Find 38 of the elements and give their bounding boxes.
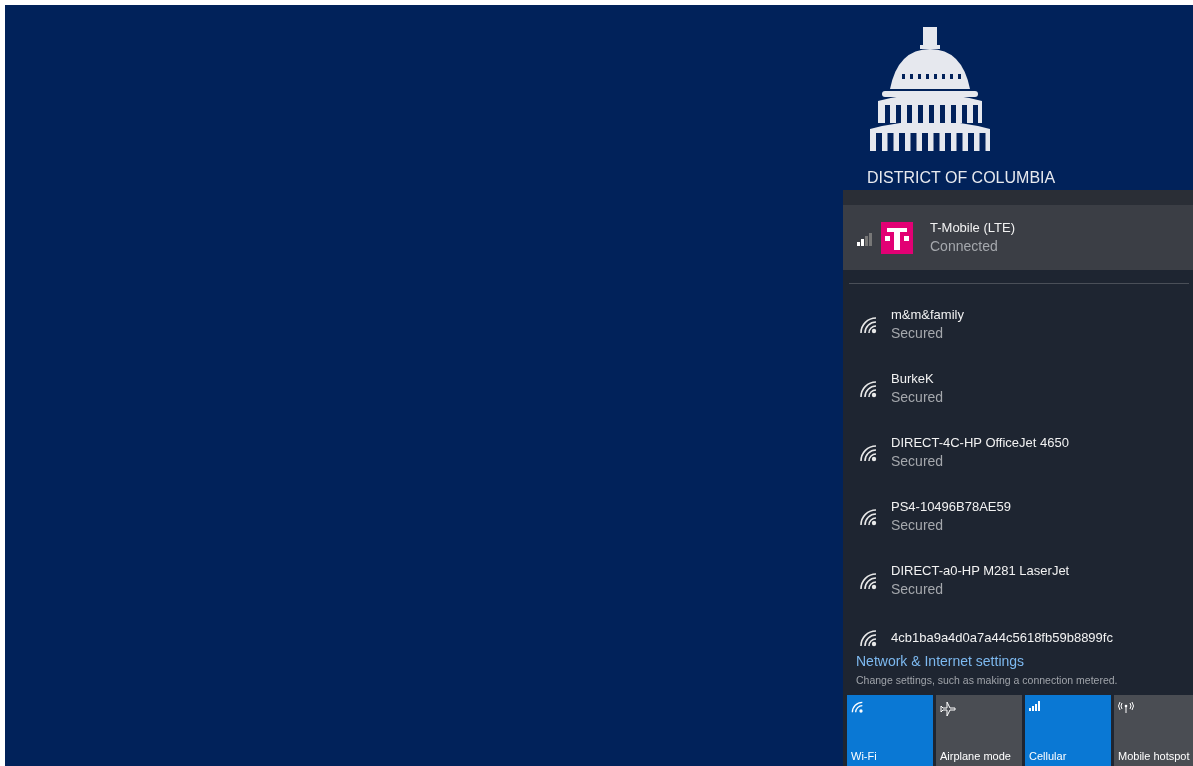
wifi-network-item[interactable]: BurkeK Secured xyxy=(843,370,1193,434)
wifi-icon xyxy=(859,316,877,334)
network-status: Secured xyxy=(891,580,945,599)
carrier-logo-icon xyxy=(881,221,913,254)
quick-action-tile[interactable]: Airplane mode xyxy=(936,695,1022,766)
wifi-network-item[interactable]: m&m&family Secured xyxy=(843,306,1193,370)
quick-action-tile[interactable]: Cellular xyxy=(1025,695,1111,766)
wifi-icon xyxy=(859,572,877,590)
settings-hint: Change settings, such as making a connection metered. xyxy=(856,674,1119,686)
wifi-network-item[interactable]: 4cb1ba9a4d0a7a44c5618fb59b8899fc xyxy=(843,626,1193,650)
wifi-network-item[interactable]: DIRECT-4C-HP OfficeJet 4650 Secured xyxy=(843,434,1193,498)
wifi-icon xyxy=(859,629,877,647)
network-name: T-Mobile (LTE) xyxy=(930,219,1015,237)
quick-action-tile[interactable]: Mobile hotspot xyxy=(1114,695,1193,766)
network-status: Secured xyxy=(891,516,945,535)
wifi-icon xyxy=(859,508,877,526)
signal-bars-icon xyxy=(1029,701,1042,711)
network-name: 4cb1ba9a4d0a7a44c5618fb59b8899fc xyxy=(891,629,1113,647)
wifi-network-item[interactable]: DIRECT-a0-HP M281 LaserJet Secured xyxy=(843,562,1193,626)
network-name: BurkeK xyxy=(891,370,935,388)
network-status: Connected xyxy=(930,237,999,256)
hotspot-icon xyxy=(1118,701,1134,713)
wifi-icon xyxy=(851,701,863,713)
network-status: Secured xyxy=(891,452,945,471)
network-name: DIRECT-a0-HP M281 LaserJet xyxy=(891,562,1070,580)
network-status: Secured xyxy=(891,324,945,343)
network-name: m&m&family xyxy=(891,306,964,324)
wifi-icon xyxy=(859,444,877,462)
network-name: PS4-10496B78AE59 xyxy=(891,498,1011,516)
airplane-icon xyxy=(940,701,956,717)
network-status: Secured xyxy=(891,388,944,407)
wifi-icon xyxy=(859,380,877,398)
logo-text: DISTRICT OF COLUMBIA xyxy=(867,169,1056,187)
connected-network-item[interactable]: T-Mobile (LTE) Connected xyxy=(843,205,1193,270)
network-name: DIRECT-4C-HP OfficeJet 4650 xyxy=(891,434,1069,452)
quick-action-tile[interactable]: Wi-Fi xyxy=(847,695,933,766)
wifi-network-item[interactable]: PS4-10496B78AE59 Secured xyxy=(843,498,1193,562)
network-settings-link[interactable]: Network & Internet settings xyxy=(856,653,1025,669)
